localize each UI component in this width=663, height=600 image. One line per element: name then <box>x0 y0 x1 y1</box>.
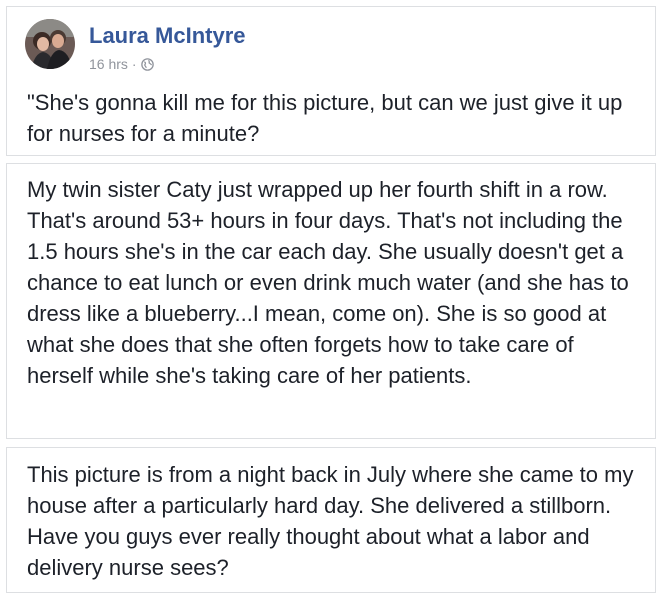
author-name-link[interactable]: Laura McIntyre <box>89 23 246 49</box>
profile-photo <box>25 19 75 69</box>
avatar[interactable] <box>25 19 75 69</box>
post-meta: 16 hrs · <box>89 56 154 72</box>
meta-separator: · <box>131 56 137 72</box>
post-excerpt-text: This picture is from a night back in Jul… <box>27 462 634 580</box>
globe-icon[interactable] <box>140 57 154 71</box>
post-timestamp[interactable]: 16 hrs <box>89 56 128 72</box>
post-excerpt-card: My twin sister Caty just wrapped up her … <box>6 163 656 439</box>
post-excerpt-text: My twin sister Caty just wrapped up her … <box>27 177 629 388</box>
post-excerpt-card: This picture is from a night back in Jul… <box>6 447 656 593</box>
post-header-card: Laura McIntyre 16 hrs · "She's gonna kil… <box>6 6 656 156</box>
post-intro-text: "She's gonna kill me for this picture, b… <box>27 90 623 146</box>
